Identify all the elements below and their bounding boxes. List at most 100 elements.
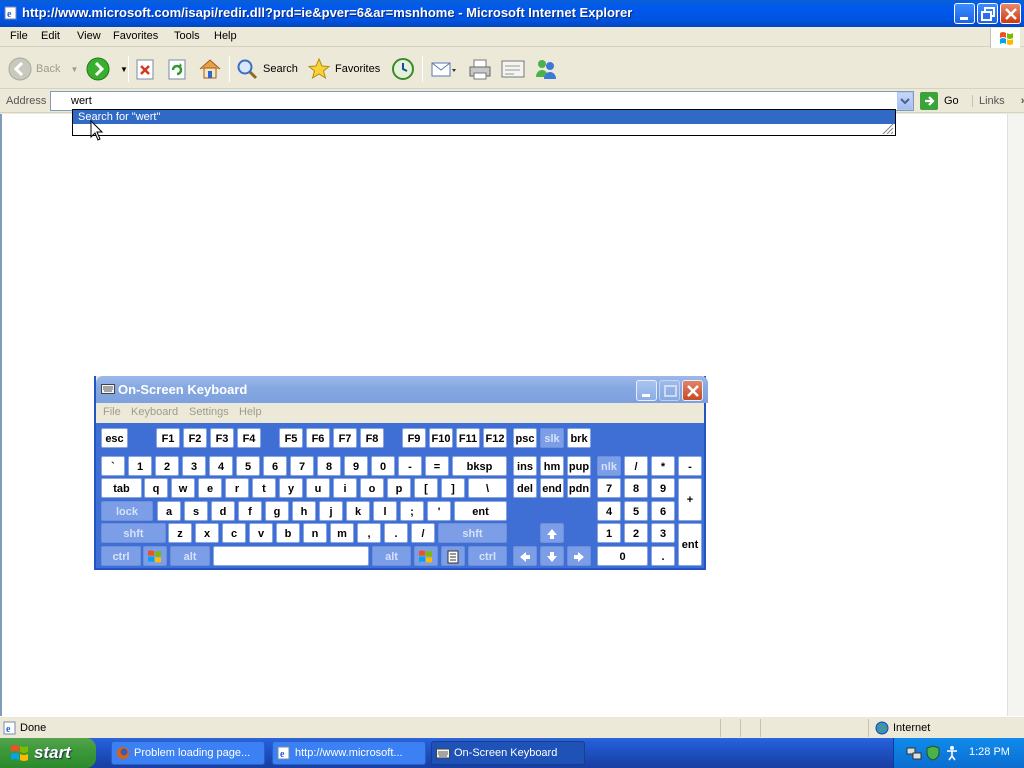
key-num-6[interactable]: 6 [651, 501, 675, 521]
key-w[interactable]: w [171, 478, 195, 498]
close-button[interactable] [1000, 3, 1021, 24]
key-t[interactable]: t [252, 478, 276, 498]
key-enter[interactable]: ent [454, 501, 507, 521]
key-q[interactable]: q [144, 478, 168, 498]
key-i[interactable]: i [333, 478, 357, 498]
taskbar-item-ie[interactable]: e http://www.microsoft... [272, 741, 426, 765]
key-right-windows[interactable] [414, 546, 438, 566]
key-num-multiply[interactable]: * [651, 456, 675, 476]
key-y[interactable]: y [279, 478, 303, 498]
key-p[interactable]: p [387, 478, 411, 498]
key-3[interactable]: 3 [182, 456, 206, 476]
key-f7[interactable]: F7 [333, 428, 357, 448]
key-a[interactable]: a [157, 501, 181, 521]
menu-file[interactable]: File [10, 30, 28, 42]
key-num-enter[interactable]: ent [678, 523, 702, 566]
key-f12[interactable]: F12 [483, 428, 507, 448]
key-f5[interactable]: F5 [279, 428, 303, 448]
key-num-4[interactable]: 4 [597, 501, 621, 521]
key-f2[interactable]: F2 [183, 428, 207, 448]
key-num-3[interactable]: 3 [651, 523, 675, 543]
key-break[interactable]: brk [567, 428, 591, 448]
start-button[interactable]: start [0, 738, 96, 768]
key-period[interactable]: . [384, 523, 408, 543]
key-2[interactable]: 2 [155, 456, 179, 476]
key-r[interactable]: r [225, 478, 249, 498]
mail-button[interactable] [430, 54, 456, 84]
menu-favorites[interactable]: Favorites [113, 30, 158, 42]
key-7[interactable]: 7 [290, 456, 314, 476]
key-d[interactable]: d [211, 501, 235, 521]
osk-minimize-button[interactable] [636, 380, 657, 401]
forward-button[interactable]: ▼ [86, 54, 128, 84]
key-backtick[interactable]: ` [101, 456, 125, 476]
key-delete[interactable]: del [513, 478, 537, 498]
key-num-5[interactable]: 5 [624, 501, 648, 521]
key-l[interactable]: l [373, 501, 397, 521]
vertical-scrollbar[interactable] [1007, 114, 1024, 716]
key-s[interactable]: s [184, 501, 208, 521]
osk-close-button[interactable] [682, 380, 703, 401]
key-num-8[interactable]: 8 [624, 478, 648, 498]
key-f3[interactable]: F3 [210, 428, 234, 448]
autocomplete-search-item[interactable]: Search for "wert" [73, 110, 895, 124]
key-f9[interactable]: F9 [402, 428, 426, 448]
key-backspace[interactable]: bksp [452, 456, 507, 476]
search-button[interactable]: Search [235, 54, 298, 84]
refresh-button[interactable] [167, 54, 189, 84]
key-backslash[interactable]: \ [468, 478, 507, 498]
key-left-arrow[interactable] [513, 546, 537, 566]
key-right-bracket[interactable]: ] [441, 478, 465, 498]
key-pageup[interactable]: pup [567, 456, 591, 476]
osk-menu-keyboard[interactable]: Keyboard [131, 406, 178, 418]
osk-menu-settings[interactable]: Settings [189, 406, 229, 418]
stop-button[interactable] [135, 54, 157, 84]
ie-title-bar[interactable]: e http://www.microsoft.com/isapi/redir.d… [0, 0, 1024, 27]
key-left-bracket[interactable]: [ [414, 478, 438, 498]
key-left-alt[interactable]: alt [170, 546, 210, 566]
key-v[interactable]: v [249, 523, 273, 543]
key-right-alt[interactable]: alt [372, 546, 411, 566]
print-button[interactable] [468, 54, 492, 84]
key-c[interactable]: c [222, 523, 246, 543]
key-equals[interactable]: = [425, 456, 449, 476]
key-j[interactable]: j [319, 501, 343, 521]
key-n[interactable]: n [303, 523, 327, 543]
taskbar-item-osk[interactable]: On-Screen Keyboard [431, 741, 585, 765]
key-f8[interactable]: F8 [360, 428, 384, 448]
key-num-divide[interactable]: / [624, 456, 648, 476]
key-k[interactable]: k [346, 501, 370, 521]
key-num-add[interactable]: + [678, 478, 702, 521]
home-button[interactable] [198, 54, 222, 84]
key-insert[interactable]: ins [513, 456, 537, 476]
key-f[interactable]: f [238, 501, 262, 521]
restore-button[interactable] [977, 3, 998, 24]
key-u[interactable]: u [306, 478, 330, 498]
key-numlock[interactable]: nlk [597, 456, 621, 476]
key-o[interactable]: o [360, 478, 384, 498]
key-f10[interactable]: F10 [429, 428, 453, 448]
key-num-decimal[interactable]: . [651, 546, 675, 566]
key-f1[interactable]: F1 [156, 428, 180, 448]
key-menu[interactable] [441, 546, 465, 566]
key-f11[interactable]: F11 [456, 428, 480, 448]
key-num-subtract[interactable]: - [678, 456, 702, 476]
menu-tools[interactable]: Tools [174, 30, 200, 42]
key-scrolllock[interactable]: slk [540, 428, 564, 448]
key-f6[interactable]: F6 [306, 428, 330, 448]
osk-menu-help[interactable]: Help [239, 406, 262, 418]
key-up-arrow[interactable] [540, 523, 564, 543]
key-num-1[interactable]: 1 [597, 523, 621, 543]
key-capslock[interactable]: lock [101, 501, 153, 521]
key-minus[interactable]: - [398, 456, 422, 476]
key-left-shift[interactable]: shft [101, 523, 166, 543]
key-num-7[interactable]: 7 [597, 478, 621, 498]
osk-menu-file[interactable]: File [103, 406, 121, 418]
menu-edit[interactable]: Edit [41, 30, 60, 42]
key-g[interactable]: g [265, 501, 289, 521]
key-b[interactable]: b [276, 523, 300, 543]
key-0[interactable]: 0 [371, 456, 395, 476]
key-e[interactable]: e [198, 478, 222, 498]
key-m[interactable]: m [330, 523, 354, 543]
edit-button[interactable] [500, 54, 526, 84]
